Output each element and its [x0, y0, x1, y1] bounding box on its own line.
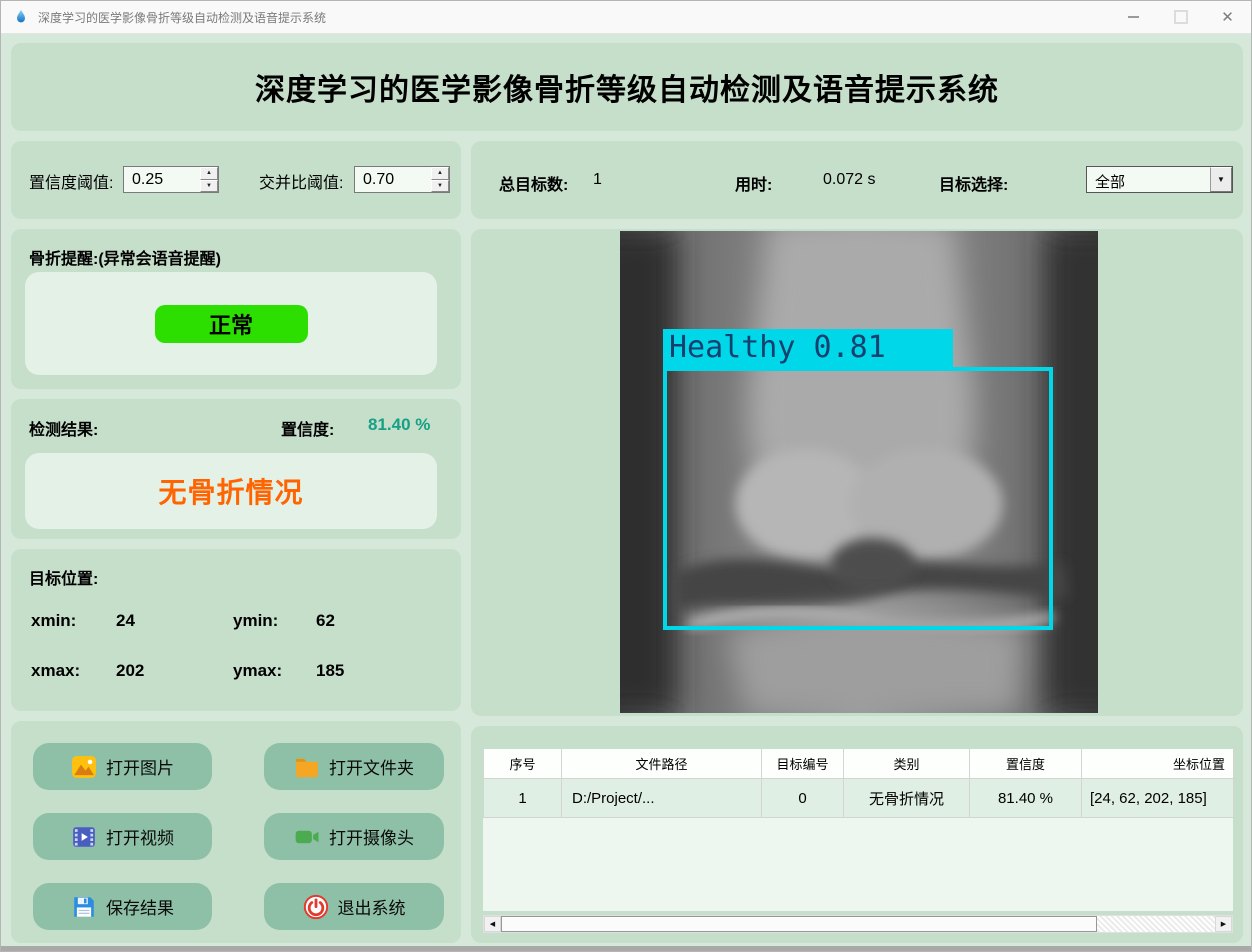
maximize-button[interactable]: [1157, 1, 1204, 33]
total-targets-label: 总目标数:: [499, 171, 568, 195]
open-camera-button[interactable]: 打开摄像头: [264, 813, 444, 860]
maximize-icon: [1174, 10, 1188, 24]
cell-confidence: 81.40 %: [970, 779, 1082, 818]
xmax-value: 202: [116, 661, 144, 681]
col-header-category: 类别: [844, 749, 970, 779]
image-icon: [71, 754, 97, 780]
app-icon: [13, 9, 29, 25]
xmin-label: xmin:: [31, 611, 76, 631]
xmin-value: 24: [116, 611, 135, 631]
video-icon: [71, 824, 97, 850]
horizontal-scrollbar[interactable]: ◀ ▶: [483, 915, 1233, 933]
xray-image: Healthy 0.81: [620, 231, 1098, 713]
spin-up-icon[interactable]: ▲: [200, 167, 218, 180]
confidence-value: 81.40 %: [368, 415, 430, 435]
folder-icon: [294, 754, 320, 780]
close-icon: ✕: [1221, 10, 1234, 25]
window-bottom-edge: [1, 946, 1251, 951]
elapsed-time-label: 用时:: [735, 171, 772, 195]
chevron-down-icon[interactable]: ▼: [1210, 167, 1232, 192]
detection-result-label: 检测结果:: [29, 416, 98, 440]
results-table-panel: 序号 文件路径 目标编号 类别 置信度 坐标位置 1 D:/Project/..…: [471, 726, 1243, 943]
target-select-value: 全部: [1087, 167, 1210, 192]
scrollbar-thumb[interactable]: [501, 916, 1097, 932]
save-result-button[interactable]: 保存结果: [33, 883, 212, 930]
ymax-label: ymax:: [233, 661, 282, 681]
camera-icon: [294, 824, 320, 850]
table-row[interactable]: 1 D:/Project/... 0 无骨折情况 81.40 % [24, 62…: [484, 779, 1234, 818]
table-header-row: 序号 文件路径 目标编号 类别 置信度 坐标位置: [484, 749, 1234, 779]
exit-system-button[interactable]: 退出系统: [264, 883, 444, 930]
detection-bounding-box-label: Healthy 0.81: [663, 329, 953, 367]
minimize-button[interactable]: [1110, 1, 1157, 33]
thresholds-panel: 置信度阈值: 0.25 ▲ ▼ 交并比阈值: 0.70 ▲ ▼: [11, 141, 461, 219]
cell-coordinates: [24, 62, 202, 185]: [1082, 779, 1234, 818]
cell-target-id: 0: [762, 779, 844, 818]
xmax-label: xmax:: [31, 661, 80, 681]
window-title: 深度学习的医学影像骨折等级自动检测及语音提示系统: [38, 9, 326, 26]
total-targets-value: 1: [593, 171, 602, 189]
detection-result-panel: 检测结果: 置信度: 81.40 % 无骨折情况: [11, 399, 461, 539]
col-header-index: 序号: [484, 749, 562, 779]
col-header-confidence: 置信度: [970, 749, 1082, 779]
target-position-panel: 目标位置: xmin: 24 ymin: 62 xmax: 202 ymax: …: [11, 549, 461, 711]
app-window: 深度学习的医学影像骨折等级自动检测及语音提示系统 ✕ 深度学习的医学影像骨折等级…: [0, 0, 1252, 952]
save-result-label: 保存结果: [106, 894, 174, 919]
open-folder-button[interactable]: 打开文件夹: [264, 743, 444, 790]
open-folder-label: 打开文件夹: [329, 754, 414, 779]
save-icon: [71, 894, 97, 920]
target-select-label: 目标选择:: [939, 171, 1008, 195]
close-button[interactable]: ✕: [1204, 1, 1251, 33]
target-select-dropdown[interactable]: 全部 ▼: [1086, 166, 1233, 193]
results-table: 序号 文件路径 目标编号 类别 置信度 坐标位置 1 D:/Project/..…: [483, 749, 1234, 818]
fracture-alert-panel: 骨折提醒:(异常会语音提醒) 正常: [11, 229, 461, 389]
spin-up-icon[interactable]: ▲: [431, 167, 449, 180]
detection-result-text: 无骨折情况: [158, 471, 303, 511]
detection-bounding-box: [663, 367, 1053, 630]
col-header-target-id: 目标编号: [762, 749, 844, 779]
iou-threshold-value[interactable]: 0.70: [355, 167, 431, 192]
power-icon: [303, 894, 329, 920]
open-video-label: 打开视频: [106, 824, 174, 849]
cell-index: 1: [484, 779, 562, 818]
results-table-area: 序号 文件路径 目标编号 类别 置信度 坐标位置 1 D:/Project/..…: [483, 749, 1233, 911]
minimize-icon: [1128, 16, 1139, 18]
fracture-alert-box: 正常: [25, 272, 437, 375]
image-viewer-panel: Healthy 0.81: [471, 229, 1243, 716]
exit-system-label: 退出系统: [338, 894, 406, 919]
detection-result-box: 无骨折情况: [25, 453, 437, 529]
open-video-button[interactable]: 打开视频: [33, 813, 212, 860]
spin-down-icon[interactable]: ▼: [431, 180, 449, 193]
col-header-filepath: 文件路径: [562, 749, 762, 779]
confidence-threshold-label: 置信度阈值:: [29, 169, 113, 193]
cell-filepath: D:/Project/...: [562, 779, 762, 818]
scroll-left-icon[interactable]: ◀: [484, 916, 501, 932]
header-panel: 深度学习的医学影像骨折等级自动检测及语音提示系统: [11, 43, 1243, 131]
spin-down-icon[interactable]: ▼: [200, 180, 218, 193]
confidence-threshold-value[interactable]: 0.25: [124, 167, 200, 192]
cell-category: 无骨折情况: [844, 779, 970, 818]
titlebar: 深度学习的医学影像骨折等级自动检测及语音提示系统 ✕: [1, 1, 1251, 34]
confidence-threshold-spinner[interactable]: 0.25 ▲ ▼: [123, 166, 219, 193]
status-badge: 正常: [155, 305, 308, 343]
open-image-button[interactable]: 打开图片: [33, 743, 212, 790]
ymin-label: ymin:: [233, 611, 278, 631]
ymax-value: 185: [316, 661, 344, 681]
ymin-value: 62: [316, 611, 335, 631]
page-title: 深度学习的医学影像骨折等级自动检测及语音提示系统: [255, 65, 999, 109]
actions-panel: 打开图片 打开文件夹 打开视频: [11, 721, 461, 943]
elapsed-time-value: 0.072 s: [823, 171, 875, 189]
confidence-label: 置信度:: [281, 416, 334, 440]
scroll-right-icon[interactable]: ▶: [1215, 916, 1232, 932]
fracture-alert-label: 骨折提醒:(异常会语音提醒): [29, 245, 221, 269]
open-image-label: 打开图片: [106, 754, 174, 779]
iou-threshold-label: 交并比阈值:: [259, 169, 343, 193]
iou-threshold-spinner[interactable]: 0.70 ▲ ▼: [354, 166, 450, 193]
stats-panel: 总目标数: 1 用时: 0.072 s 目标选择: 全部 ▼: [471, 141, 1243, 219]
col-header-coordinates: 坐标位置: [1082, 749, 1234, 779]
open-camera-label: 打开摄像头: [329, 824, 414, 849]
target-position-label: 目标位置:: [29, 565, 98, 589]
